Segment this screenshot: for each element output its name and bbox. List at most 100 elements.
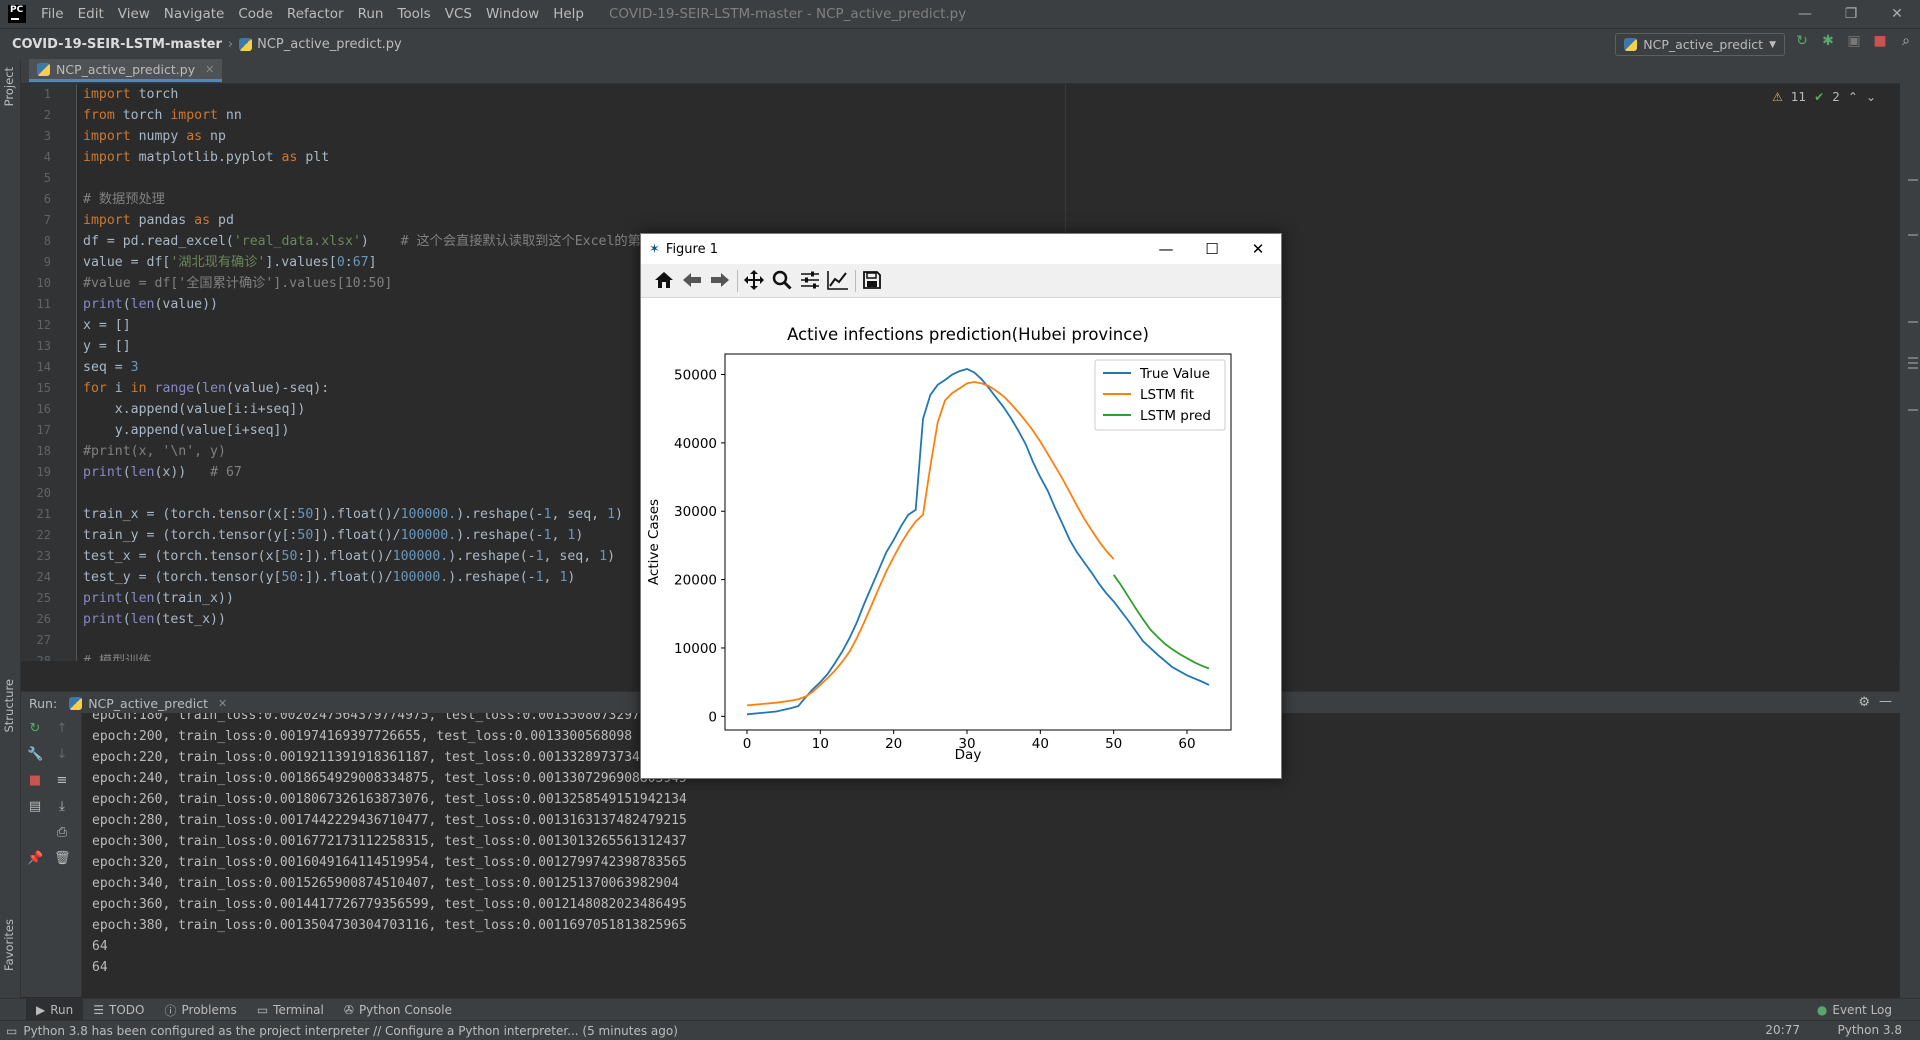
menu-run[interactable]: Run — [351, 6, 391, 22]
search-everywhere-icon[interactable]: ⌕ — [1898, 33, 1914, 49]
code-line: train_y = (torch.tensor(y[:50]).float()/… — [83, 528, 584, 543]
editor-tab[interactable]: NCP_active_predict.py ✕ — [29, 59, 223, 82]
inspection-widget[interactable]: ⚠ 11 ✔ 2 ⌃ ⌄ — [1772, 90, 1876, 104]
pan-button[interactable] — [741, 268, 767, 292]
figure-title-bar[interactable]: ✶ Figure 1 — ☐ ✕ — [641, 234, 1281, 264]
code-line: x = [] — [83, 318, 131, 333]
minimize-button[interactable]: — — [1782, 0, 1828, 28]
status-message[interactable]: Python 3.8 has been configured as the pr… — [23, 1024, 678, 1038]
line-number: 8 — [43, 234, 51, 248]
menu-navigate[interactable]: Navigate — [157, 6, 232, 22]
figure-toolbar — [641, 264, 1281, 298]
print-icon[interactable]: ⎙ — [54, 825, 70, 841]
line-number: 7 — [43, 213, 51, 227]
python-console-icon: ✇ — [343, 1003, 354, 1017]
event-log-tab[interactable]: ● Event Log — [1807, 999, 1902, 1021]
forward-button[interactable] — [707, 268, 733, 292]
menu-tools[interactable]: Tools — [390, 6, 437, 22]
figure-title: Figure 1 — [665, 241, 719, 257]
configure-subplots-icon — [801, 271, 819, 289]
close-run-tab-icon[interactable]: ✕ — [218, 697, 227, 710]
editor-tab-bar: NCP_active_predict.py ✕ — [21, 59, 1900, 84]
save-button[interactable] — [859, 268, 885, 292]
breadcrumb-project[interactable]: COVID-19-SEIR-LSTM-master — [12, 37, 222, 52]
pycharm-logo-icon: PC — [8, 5, 26, 23]
figure-maximize-button[interactable]: ☐ — [1189, 234, 1235, 264]
tool-tab-terminal[interactable]: ▭ Terminal — [247, 999, 334, 1021]
edit-axis-button[interactable] — [825, 268, 851, 292]
tool-tab-todo[interactable]: ☰ TODO — [83, 999, 154, 1021]
menu-code[interactable]: Code — [231, 6, 280, 22]
code-line: import torch — [83, 87, 179, 102]
tool-tab-problems[interactable]: ⓘ Problems — [154, 999, 246, 1021]
tool-tab-python-console[interactable]: ✇ Python Console — [334, 999, 462, 1021]
figure-close-button[interactable]: ✕ — [1235, 234, 1281, 264]
code-line: for i in range(len(value)-seq): — [83, 381, 330, 396]
code-line: df = pd.read_excel('real_data.xlsx') # 这… — [83, 234, 641, 249]
home-button[interactable] — [651, 268, 677, 292]
close-button[interactable]: ✕ — [1874, 0, 1920, 28]
run-tab[interactable]: NCP_active_predict ✕ — [69, 696, 227, 711]
zoom-button[interactable] — [769, 268, 795, 292]
code-line: seq = 3 — [83, 360, 139, 375]
legend-label: LSTM pred — [1140, 408, 1211, 424]
chart-canvas[interactable]: Active infections prediction(Hubei provi… — [641, 298, 1281, 778]
line-number: 27 — [36, 633, 51, 647]
status-panel-icon[interactable]: ▭ — [6, 1024, 17, 1038]
menu-window[interactable]: Window — [479, 6, 546, 22]
scroll-up-icon[interactable]: ↑ — [54, 721, 70, 737]
breadcrumb-file[interactable]: NCP_active_predict.py — [239, 37, 402, 52]
stop-icon[interactable]: ■ — [1872, 33, 1888, 49]
line-number: 25 — [36, 591, 51, 605]
weak-warning-icon: ✔ — [1814, 90, 1825, 104]
maximize-button[interactable]: ❐ — [1828, 0, 1874, 28]
stop-icon[interactable]: ■ — [27, 773, 43, 789]
menu-edit[interactable]: Edit — [71, 6, 111, 22]
console-line: epoch:320, train_loss:0.0016049164114519… — [92, 855, 687, 870]
line-number: 28 — [36, 654, 51, 661]
coverage-icon[interactable]: ▣ — [1846, 33, 1862, 49]
layout-icon[interactable]: ▤ — [27, 799, 43, 815]
debug-icon[interactable]: ✱ — [1820, 33, 1836, 49]
run-configuration-selector[interactable]: NCP_active_predict ▼ — [1615, 33, 1785, 56]
favorites-tool-tab[interactable]: Favorites — [2, 919, 16, 971]
menu-view[interactable]: View — [111, 6, 157, 22]
y-tick-label: 40000 — [674, 436, 717, 452]
scroll-to-end-icon[interactable]: ⤓ — [54, 799, 70, 815]
back-button[interactable] — [679, 268, 705, 292]
menu-file[interactable]: File — [34, 6, 71, 22]
toolbar-separator — [737, 270, 738, 292]
configure-subplots-button[interactable] — [797, 268, 823, 292]
y-tick-label: 50000 — [674, 368, 717, 384]
pin-icon[interactable]: 📌 — [27, 851, 43, 867]
console-line: epoch:380, train_loss:0.0013504730304703… — [92, 918, 687, 933]
caret-position[interactable]: 20:77 — [1765, 1023, 1800, 1037]
soft-wrap-icon[interactable]: ≡ — [54, 773, 70, 789]
settings-gear-icon[interactable]: ⚙ — [1858, 695, 1870, 710]
interpreter-selector[interactable]: Python 3.8 — [1838, 1023, 1903, 1037]
clear-all-icon[interactable]: 🗑 — [54, 851, 71, 867]
figure-minimize-button[interactable]: — — [1143, 234, 1189, 264]
chevron-up-icon[interactable]: ⌃ — [1848, 90, 1858, 104]
menu-vcs[interactable]: VCS — [438, 6, 479, 22]
line-number: 22 — [36, 528, 51, 542]
menu-refactor[interactable]: Refactor — [280, 6, 351, 22]
rerun-icon[interactable]: ↻ — [27, 721, 43, 737]
project-tool-tab[interactable]: Project — [2, 67, 16, 106]
line-number: 24 — [36, 570, 51, 584]
line-number: 23 — [36, 549, 51, 563]
rerun-icon[interactable]: ↻ — [1794, 33, 1810, 49]
modify-config-icon[interactable]: 🔧 — [27, 747, 43, 763]
hide-panel-icon[interactable]: — — [1879, 694, 1892, 709]
weak-warning-count: 2 — [1832, 90, 1840, 104]
close-tab-icon[interactable]: ✕ — [205, 63, 214, 76]
chevron-down-icon[interactable]: ⌄ — [1866, 90, 1876, 104]
event-log-label: Event Log — [1832, 1003, 1892, 1017]
y-tick-label: 20000 — [674, 573, 717, 589]
scroll-down-icon[interactable]: ↓ — [54, 747, 70, 763]
home-icon — [655, 272, 673, 288]
run-tab-label: NCP_active_predict — [88, 695, 208, 711]
menu-help[interactable]: Help — [546, 6, 591, 22]
structure-tool-tab[interactable]: Structure — [2, 679, 16, 733]
tool-tab-run[interactable]: ▶ Run — [26, 999, 84, 1021]
